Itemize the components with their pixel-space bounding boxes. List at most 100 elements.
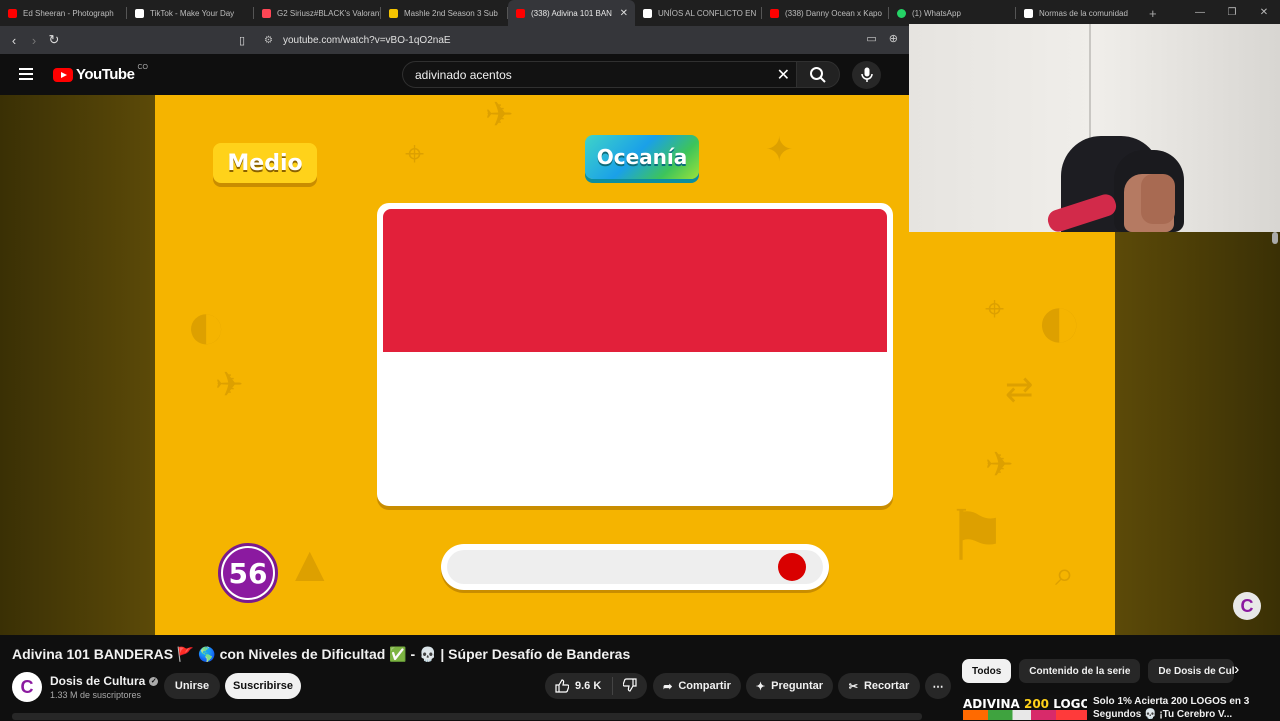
thumbs-up-icon xyxy=(555,679,569,693)
bookmark-icon[interactable]: ▯ xyxy=(232,34,252,47)
flag-image xyxy=(383,209,887,500)
search-input[interactable]: adivinado acentos ✕ xyxy=(402,61,796,88)
browser-tab-active[interactable]: (338) Adivina 101 BAN ✕ xyxy=(508,0,635,26)
tiktok-favicon-icon xyxy=(1024,8,1033,18)
share-icon: ➦ xyxy=(663,680,673,693)
share-button[interactable]: ➦ Compartir xyxy=(653,673,741,699)
youtube-favicon-icon xyxy=(8,8,17,18)
site-info-icon[interactable]: ⚙ xyxy=(264,35,273,46)
channel-avatar[interactable]: C xyxy=(12,672,42,702)
restore-icon[interactable]: ❐ xyxy=(1216,0,1248,26)
youtube-favicon-icon xyxy=(516,8,525,18)
youtube-play-icon xyxy=(53,67,73,82)
sign-icon: ⇄ xyxy=(1005,371,1034,409)
browser-tab[interactable]: (1) WhatsApp xyxy=(889,0,1016,26)
new-tab-icon[interactable]: + xyxy=(1149,6,1157,21)
cast-icon[interactable]: ▭ xyxy=(866,32,876,45)
airplane-icon: ✈ xyxy=(485,96,514,134)
microphone-icon xyxy=(860,67,873,82)
recommended-video[interactable]: ADIVINA 200 LOGOS Solo 1% Acierta 200 LO… xyxy=(963,695,1253,721)
verified-icon: ✓ xyxy=(149,676,159,686)
chip-channel[interactable]: De Dosis de Cul xyxy=(1148,659,1235,683)
globe-icon: ◐ xyxy=(1035,276,1084,365)
zoom-icon[interactable]: ⊕ xyxy=(889,32,898,45)
dislike-button[interactable] xyxy=(613,677,637,695)
close-tab-icon[interactable]: ✕ xyxy=(620,8,628,19)
channel-watermark[interactable]: C xyxy=(1233,592,1261,620)
subscribe-button[interactable]: Suscribirse xyxy=(225,673,301,699)
sparkle-icon: ✦ xyxy=(755,680,766,693)
recommended-thumbnail: ADIVINA 200 LOGOS xyxy=(963,695,1087,720)
menu-icon[interactable] xyxy=(19,68,33,80)
channel-name[interactable]: Dosis de Cultura xyxy=(50,674,145,688)
flag-stripe-bottom xyxy=(383,351,887,500)
browser-tab[interactable]: G2 Siriusz#BLACK's Valorant xyxy=(254,0,381,26)
browser-tab[interactable]: TikTok - Make Your Day xyxy=(127,0,254,26)
search-icon: ⌕ xyxy=(1055,555,1075,593)
mountain-icon: ▲ xyxy=(285,536,335,592)
youtube-favicon-icon xyxy=(770,8,779,18)
video-title: Adivina 101 BANDERAS 🚩 🌎 con Niveles de … xyxy=(12,646,631,662)
channel-info: C Dosis de Cultura ✓ 1.33 M de suscriptor… xyxy=(12,672,159,702)
window-controls: — ❐ ✕ xyxy=(1184,0,1280,26)
back-icon[interactable]: ‹ xyxy=(4,33,24,48)
video-ambient-left xyxy=(0,95,155,635)
youtube-logo[interactable]: YouTube CO xyxy=(53,64,148,83)
whatsapp-favicon-icon xyxy=(897,8,906,18)
tiktok-favicon-icon xyxy=(135,8,144,18)
browser-tab[interactable]: UNÍOS AL CONFLICTO EN xyxy=(635,0,762,26)
tiktok-favicon-icon xyxy=(643,8,652,18)
search-icon xyxy=(810,66,826,83)
page-scrollbar[interactable] xyxy=(1272,232,1278,244)
airplane-icon: ✈ xyxy=(215,366,244,404)
browser-tab[interactable]: (338) Danny Ocean x Kapo xyxy=(762,0,889,26)
flag-card xyxy=(377,203,893,506)
chip-all[interactable]: Todos xyxy=(962,659,1012,683)
question-counter: 56 xyxy=(218,543,278,603)
video-ambient-right xyxy=(1115,232,1280,635)
map-pin-icon: ⌖ xyxy=(405,135,425,173)
like-dislike-group: 9.6 K xyxy=(545,673,647,699)
video-details: Adivina 101 BANDERAS 🚩 🌎 con Niveles de … xyxy=(0,635,1280,720)
webcam-overlay xyxy=(909,24,1280,232)
related-filter-chips: Todos Contenido de la serie De Dosis de … xyxy=(962,659,1235,683)
scissors-icon: ✂ xyxy=(848,680,858,693)
browser-tab[interactable]: Normas de la comunidad xyxy=(1016,0,1143,26)
flag-icon: ⚑ xyxy=(945,497,1008,575)
close-window-icon[interactable]: ✕ xyxy=(1248,0,1280,26)
forward-icon[interactable]: › xyxy=(24,33,44,48)
recommended-title: Solo 1% Acierta 200 LOGOS en 3 Segundos … xyxy=(1093,696,1250,720)
globe-icon: ◐ xyxy=(185,286,228,364)
browser-tab-strip: Ed Sheeran - Photograph TikTok - Make Yo… xyxy=(0,0,1280,26)
streamer-hand xyxy=(1141,174,1175,224)
timer-marker xyxy=(778,553,806,581)
voice-search-button[interactable] xyxy=(852,61,881,89)
map-pin-icon: ⌖ xyxy=(985,290,1005,328)
subscriber-count: 1.33 M de suscriptores xyxy=(50,690,142,700)
minimize-icon[interactable]: — xyxy=(1184,0,1216,26)
chip-series[interactable]: Contenido de la serie xyxy=(1019,659,1141,683)
like-button[interactable]: 9.6 K xyxy=(545,677,613,695)
thumbs-down-icon xyxy=(622,677,637,692)
ask-button[interactable]: ✦ Preguntar xyxy=(746,673,833,699)
difficulty-badge: Medio xyxy=(213,143,317,183)
description-panel-edge xyxy=(12,713,922,720)
clip-button[interactable]: ✂ Recortar xyxy=(838,673,920,699)
anime-favicon-icon xyxy=(389,8,398,18)
clear-search-icon[interactable]: ✕ xyxy=(777,65,790,85)
timer-bar xyxy=(441,544,829,590)
compass-icon: ✦ xyxy=(765,131,794,169)
browser-tab[interactable]: Mashle 2nd Season 3 Sub xyxy=(381,0,508,26)
browser-tab[interactable]: Ed Sheeran - Photograph xyxy=(0,0,127,26)
join-button[interactable]: Unirse xyxy=(164,673,220,699)
flag-stripe-top xyxy=(383,209,887,352)
url-field[interactable]: ⚙ youtube.com/watch?v=vBO-1qO2naE ▭ ⊕ xyxy=(256,30,906,50)
youtube-header: YouTube CO adivinado acentos ✕ xyxy=(0,54,909,95)
tracker-favicon-icon xyxy=(262,8,271,18)
more-actions-button[interactable]: ⋯ xyxy=(925,673,951,699)
airplane-icon: ✈ xyxy=(985,446,1014,484)
reload-icon[interactable]: ↻ xyxy=(44,32,64,48)
search-button[interactable] xyxy=(796,61,840,88)
address-bar: ‹ › ↻ ▯ ⚙ youtube.com/watch?v=vBO-1qO2na… xyxy=(0,26,909,54)
chevron-right-icon[interactable]: › xyxy=(1234,661,1239,679)
